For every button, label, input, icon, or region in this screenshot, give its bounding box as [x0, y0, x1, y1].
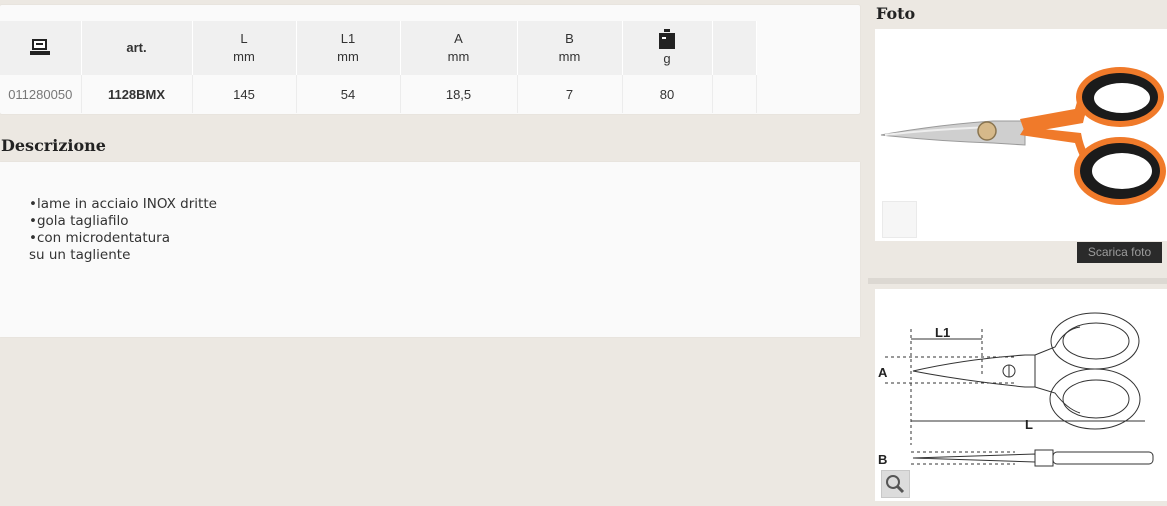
list-item: •con microdentatura: [29, 230, 170, 246]
header-L-label: L: [240, 31, 248, 46]
description-title: Descrizione: [1, 136, 106, 155]
cell-art: 1128BMX: [81, 75, 193, 113]
product-photo[interactable]: [875, 29, 1167, 241]
header-L1-unit: mm: [337, 49, 359, 64]
dimension-drawing: L1 A L B: [878, 312, 1154, 467]
scissors-photo: [880, 67, 1166, 205]
weight-icon: [659, 29, 675, 49]
photo-thumbnail[interactable]: [882, 201, 917, 238]
description-list: •lame in acciaio INOX dritte •gola tagli…: [29, 196, 217, 264]
cell-item-code: 011280050: [0, 75, 82, 113]
magnifier-icon: [886, 475, 905, 494]
table-row: 011280050 1128BMX 145 54 18,5 7 80: [0, 75, 757, 113]
header-B-label: B: [565, 31, 574, 46]
header-A-unit: mm: [447, 49, 470, 64]
label-B: B: [878, 452, 887, 467]
spec-table-header-row: art. L mm L1 mm A mm B mm g: [0, 21, 757, 75]
header-L1-label: L1: [340, 31, 356, 46]
description-panel: •lame in acciaio INOX dritte •gola tagli…: [0, 162, 860, 337]
cell-B: 7: [517, 75, 623, 113]
header-A: A mm: [400, 21, 518, 75]
cell-extra: [712, 75, 757, 113]
cell-L: 145: [192, 75, 297, 113]
cell-A: 18,5: [400, 75, 518, 113]
header-extra: [712, 21, 757, 75]
technical-drawing: L1 A L B: [875, 289, 1167, 501]
label-L1: L1: [935, 325, 950, 340]
header-art: art.: [81, 21, 193, 75]
download-photo-button[interactable]: Scarica foto: [1077, 242, 1162, 263]
spec-table: art. L mm L1 mm A mm B mm g 011280050 11…: [0, 21, 757, 113]
header-B: B mm: [517, 21, 623, 75]
item-code-icon: [30, 39, 51, 56]
spec-table-panel: art. L mm L1 mm A mm B mm g 011280050 11…: [0, 5, 860, 114]
header-L: L mm: [192, 21, 297, 75]
header-L-unit: mm: [233, 49, 255, 64]
zoom-button[interactable]: [881, 470, 910, 498]
cell-L1: 54: [296, 75, 401, 113]
divider: [868, 278, 1167, 284]
list-item: su un tagliente: [29, 247, 131, 263]
list-item: •lame in acciaio INOX dritte: [29, 196, 217, 212]
photo-title: Foto: [876, 4, 916, 23]
header-weight: g: [622, 21, 713, 75]
header-item-code: [0, 21, 82, 75]
list-item: •gola tagliafilo: [29, 213, 129, 229]
label-L: L: [1025, 417, 1033, 432]
header-weight-unit: g: [663, 51, 671, 66]
pivot-screw: [977, 121, 997, 141]
header-A-label: A: [454, 31, 463, 46]
header-B-unit: mm: [558, 49, 581, 64]
label-A: A: [878, 365, 888, 380]
header-L1: L1 mm: [296, 21, 401, 75]
cell-weight: 80: [622, 75, 713, 113]
